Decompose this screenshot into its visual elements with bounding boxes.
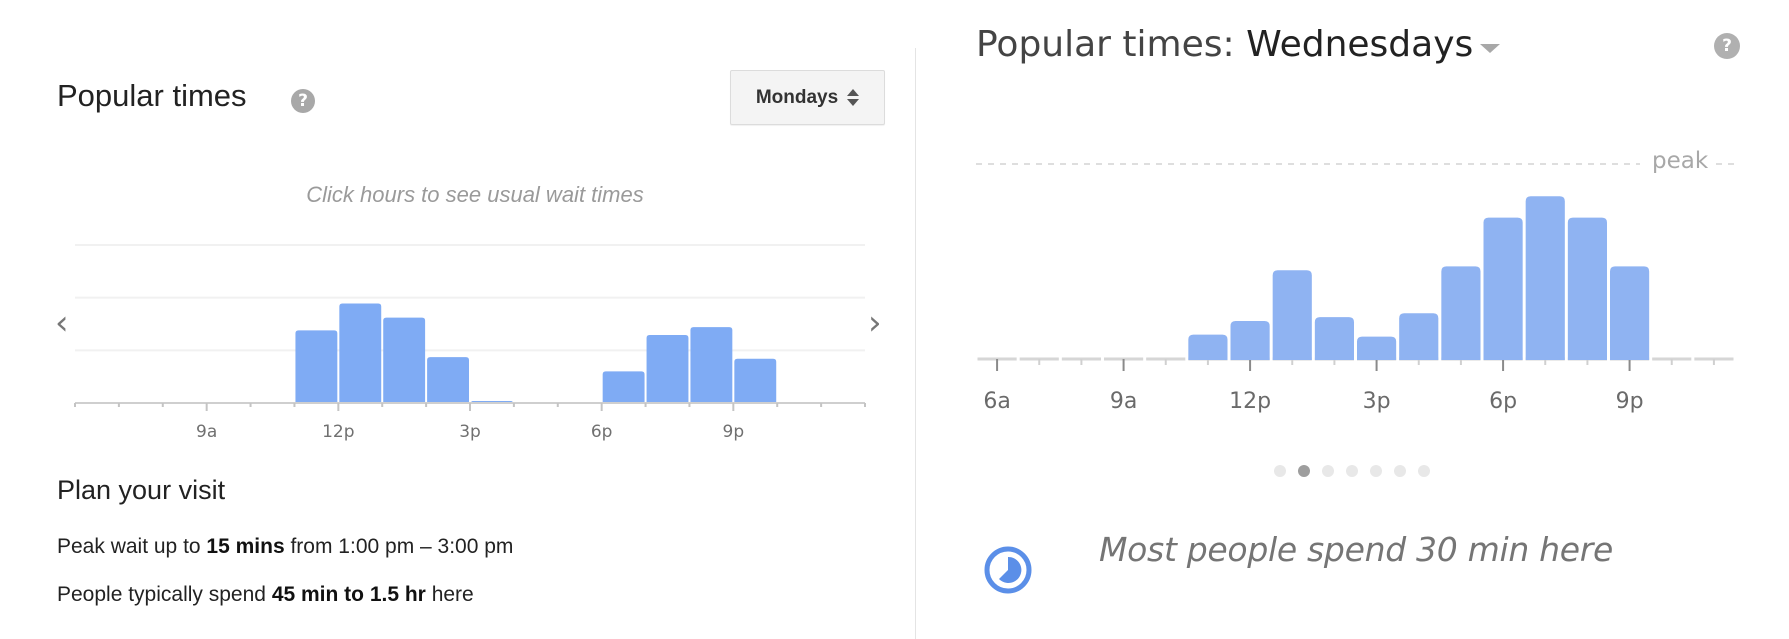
right-popular-times-chart: 6a 9a 12p 3p 6p 9p (976, 163, 1735, 414)
x-tick-label: 6p (1489, 389, 1517, 414)
peak-wait-suffix: from 1:00 pm – 3:00 pm (284, 535, 514, 558)
x-tick-label: 6a (983, 389, 1010, 414)
pager-dot[interactable] (1298, 465, 1310, 477)
pager-dot[interactable] (1346, 465, 1358, 477)
right-chart-x-axis (977, 357, 1734, 371)
bar[interactable] (1230, 321, 1270, 360)
bar[interactable] (1399, 313, 1439, 360)
x-tick-label: 12p (1229, 389, 1271, 414)
pager-dot[interactable] (1418, 465, 1430, 477)
bar[interactable] (1188, 334, 1228, 360)
bar[interactable] (1525, 196, 1565, 360)
typical-spend-suffix: here (425, 583, 474, 606)
peak-wait-duration: 15 mins (206, 535, 285, 558)
bar[interactable] (1610, 266, 1650, 360)
pager-dot[interactable] (1322, 465, 1334, 477)
x-tick-label: 9a (1110, 389, 1137, 414)
bar[interactable] (1483, 217, 1523, 360)
x-tick-label: 3p (1363, 389, 1391, 414)
pager-dot[interactable] (1394, 465, 1406, 477)
x-tick-label: 9p (1616, 389, 1644, 414)
clock-fill (999, 556, 1022, 583)
bar[interactable] (1272, 270, 1312, 360)
pager-dot[interactable] (1370, 465, 1382, 477)
plan-visit-heading: Plan your visit (57, 475, 226, 505)
peak-wait-info: Peak wait up to 15 mins from 1:00 pm – 3… (57, 535, 513, 559)
pager-dot[interactable] (1274, 465, 1286, 477)
chart-pager (1274, 465, 1430, 477)
bar[interactable] (1441, 266, 1481, 360)
bar[interactable] (1357, 336, 1397, 360)
time-spent-text: Most people spend 30 min here (1099, 530, 1614, 569)
typical-spend-info: People typically spend 45 min to 1.5 hr … (57, 583, 474, 607)
right-chart-tick-labels: 6a 9a 12p 3p 6p 9p (983, 389, 1643, 414)
right-chart-bars (1188, 196, 1650, 360)
peak-wait-prefix: Peak wait up to (57, 535, 207, 558)
clock-icon (984, 546, 1032, 594)
typical-spend-duration: 45 min to 1.5 hr (271, 583, 426, 606)
typical-spend-prefix: People typically spend (57, 583, 272, 606)
bar[interactable] (1314, 317, 1354, 360)
bar[interactable] (1567, 217, 1607, 360)
